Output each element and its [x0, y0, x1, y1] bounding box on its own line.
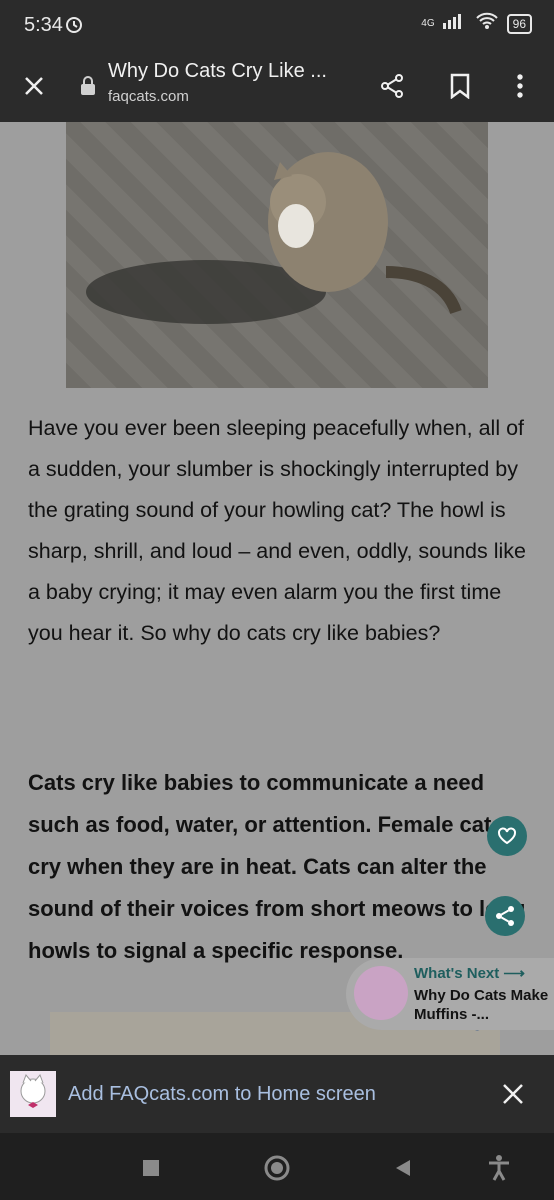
browser-toolbar: Why Do Cats Cry Like ... faqcats.com — [0, 52, 554, 122]
more-options-icon[interactable] — [502, 68, 538, 104]
alarm-icon — [64, 14, 84, 39]
share-float-icon[interactable] — [485, 896, 525, 936]
whats-next-title: Why Do Cats Make Muffins -... — [414, 987, 549, 1023]
article-image — [66, 122, 488, 388]
status-icons: 4G 96 — [421, 12, 532, 35]
site-app-icon — [10, 1071, 56, 1117]
add-to-home-banner[interactable]: Add FAQcats.com to Home screen — [0, 1055, 554, 1133]
bookmark-icon[interactable] — [442, 68, 478, 104]
article-content: Have you ever been sleeping peacefully w… — [0, 122, 554, 1055]
network-label: 4G — [421, 18, 435, 29]
wifi-icon — [475, 12, 499, 35]
signal-icon — [442, 13, 467, 34]
whats-next-card[interactable]: What's Next ⟶ Why Do Cats Make Muffins -… — [346, 958, 554, 1030]
home-icon[interactable] — [262, 1153, 292, 1183]
status-time: 5:34 — [24, 14, 63, 36]
page-title[interactable]: Why Do Cats Cry Like ... — [108, 60, 358, 83]
whats-next-label: What's Next ⟶ — [414, 965, 525, 982]
lock-icon — [70, 68, 106, 104]
article-paragraph-answer: Cats cry like babies to communicate a ne… — [28, 770, 526, 963]
status-bar: 5:34 4G 96 — [0, 0, 554, 52]
whats-next-thumbnail — [354, 966, 408, 1020]
page-url[interactable]: faqcats.com — [108, 88, 189, 105]
share-icon[interactable] — [374, 68, 410, 104]
heart-icon[interactable] — [487, 816, 527, 856]
close-icon[interactable] — [16, 68, 52, 104]
recents-icon[interactable] — [136, 1153, 166, 1183]
article-paragraph-intro: Have you ever been sleeping peacefully w… — [28, 416, 526, 645]
accessibility-icon[interactable] — [484, 1153, 514, 1183]
add-to-home-text[interactable]: Add FAQcats.com to Home screen — [68, 1083, 376, 1106]
system-navigation-bar — [0, 1133, 554, 1200]
back-icon[interactable] — [388, 1153, 418, 1183]
battery-indicator: 96 — [506, 13, 532, 34]
banner-close-icon[interactable] — [500, 1081, 526, 1112]
